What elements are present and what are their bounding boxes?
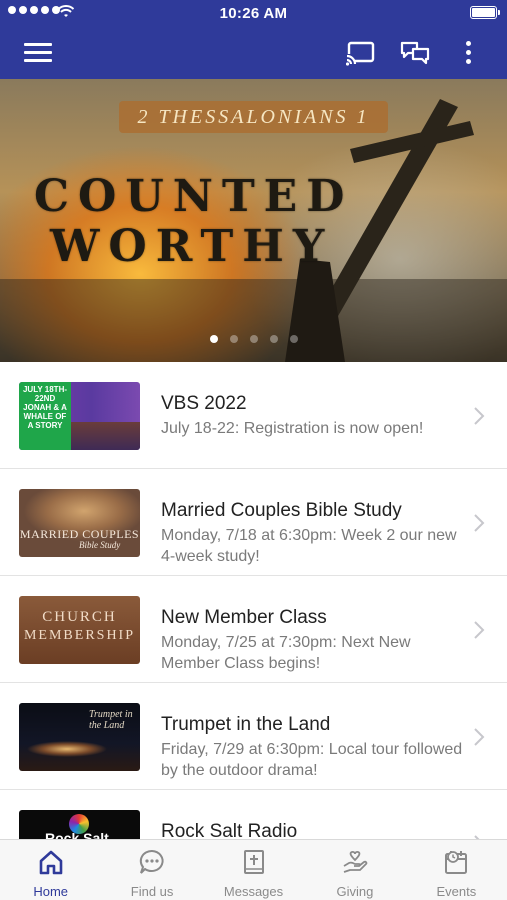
cast-icon[interactable] (346, 40, 376, 66)
chat-icon[interactable] (400, 40, 430, 66)
chevron-right-icon (474, 621, 485, 639)
married-thumb-sublabel: Bible Study (79, 540, 121, 550)
hero-banner[interactable]: 2 THESSALONIANS 1 COUNTED WORTHY (0, 79, 507, 362)
menu-icon[interactable] (24, 42, 54, 64)
battery-icon (470, 6, 500, 19)
chat-bubble-icon (139, 849, 164, 874)
status-bar: 10:26 AM (0, 0, 507, 27)
calendar-icon (445, 851, 468, 874)
list-item-married-couples[interactable]: MARRIED COUPLES Bible Study Married Coup… (0, 469, 507, 576)
list-item-subtitle: Monday, 7/25 at 7:30pm: Next New Member … (161, 634, 411, 672)
list-item-subtitle: Monday, 7/18 at 6:30pm: Week 2 our new 4… (161, 527, 457, 565)
tab-giving[interactable]: Giving (304, 840, 405, 900)
carousel-dots[interactable] (0, 335, 507, 343)
home-icon (39, 850, 63, 875)
list-item-trumpet[interactable]: Trumpet in the Land Trumpet in the Land … (0, 683, 507, 790)
list-item-title: Married Couples Bible Study (161, 500, 402, 521)
tab-events[interactable]: Events (406, 840, 507, 900)
chevron-right-icon (474, 728, 485, 746)
tab-label: Events (436, 884, 477, 899)
carousel-dot[interactable] (209, 335, 218, 343)
feed-list: JULY 18TH-22ND JONAH & A WHALE OF A STOR… (0, 362, 507, 897)
list-item-subtitle: July 18-22: Registration is now open! (161, 420, 424, 437)
church-membership-thumbnail: CHURCH MEMBERSHIP (19, 596, 140, 664)
chevron-right-icon (474, 407, 485, 425)
tab-messages[interactable]: Messages (203, 840, 304, 900)
carousel-dot[interactable] (229, 335, 238, 343)
hero-tag: 2 THESSALONIANS 1 (119, 101, 388, 133)
bible-icon (243, 850, 264, 874)
list-item-vbs[interactable]: JULY 18TH-22ND JONAH & A WHALE OF A STOR… (0, 362, 507, 469)
married-couples-thumbnail: MARRIED COUPLES Bible Study (19, 489, 140, 557)
giving-hand-icon (343, 851, 368, 873)
list-item-title: Trumpet in the Land (161, 714, 331, 735)
carousel-dot[interactable] (289, 335, 298, 343)
list-item-subtitle: Friday, 7/29 at 6:30pm: Local tour follo… (161, 741, 463, 779)
hero-title-line2: WORTHY (50, 221, 334, 272)
tab-label: Find us (130, 884, 174, 899)
app-bar (0, 27, 507, 79)
church-thumb-sublabel: MEMBERSHIP (23, 628, 136, 643)
more-vertical-icon[interactable] (458, 39, 478, 67)
tab-label: Home (33, 884, 69, 899)
list-item-title: VBS 2022 (161, 393, 247, 414)
tab-label: Giving (336, 884, 374, 899)
tab-label: Messages (223, 884, 284, 899)
tab-home[interactable]: Home (0, 840, 101, 900)
hero-title-line1: COUNTED (34, 171, 354, 222)
carousel-dot[interactable] (249, 335, 258, 343)
chevron-right-icon (474, 514, 485, 532)
vbs-thumb-label: JULY 18TH-22ND JONAH & A WHALE OF A STOR… (19, 382, 71, 450)
tab-find-us[interactable]: Find us (101, 840, 202, 900)
trumpet-thumb-logo: Trumpet in the Land (89, 709, 133, 731)
trumpet-thumbnail: Trumpet in the Land (19, 703, 140, 771)
carousel-dot[interactable] (269, 335, 278, 343)
vbs-thumbnail: JULY 18TH-22ND JONAH & A WHALE OF A STOR… (19, 382, 140, 450)
bottom-tab-bar: Home Find us Messages Giving Events (0, 839, 507, 900)
list-item-new-member-class[interactable]: CHURCH MEMBERSHIP New Member Class Monda… (0, 576, 507, 683)
list-item-title: New Member Class (161, 607, 327, 628)
status-time: 10:26 AM (219, 5, 288, 22)
church-thumb-label: CHURCH (42, 609, 117, 625)
